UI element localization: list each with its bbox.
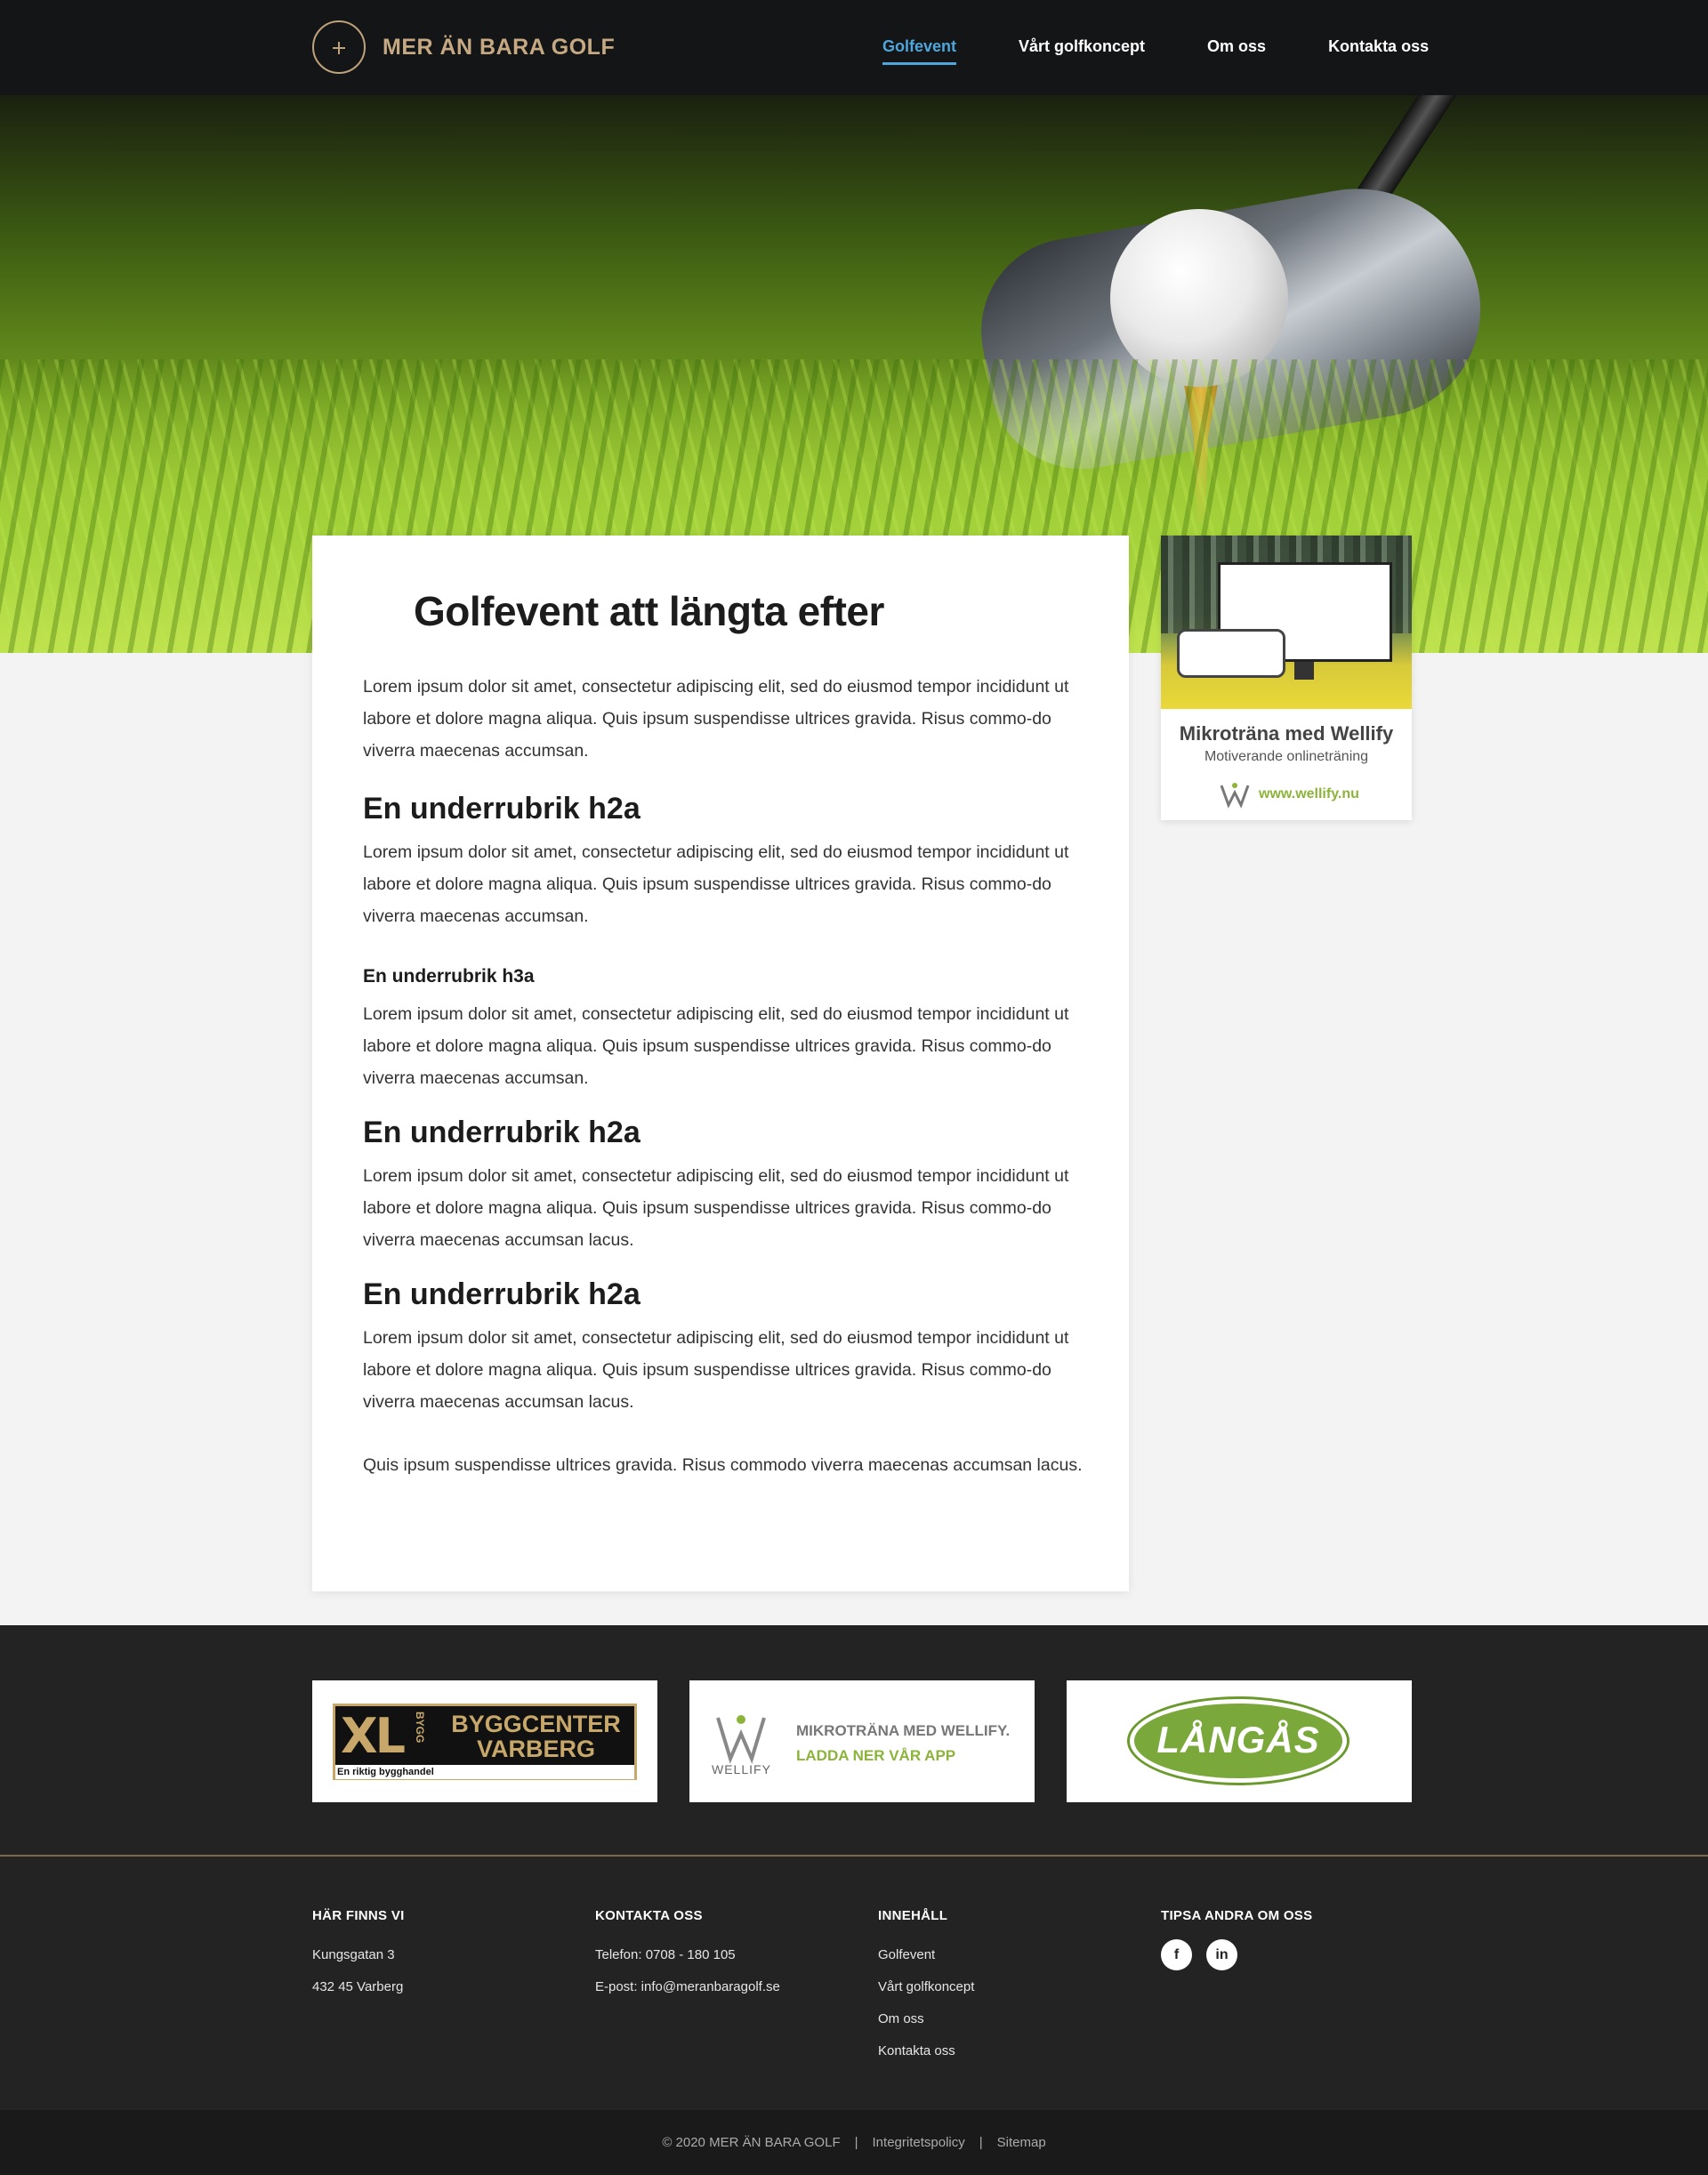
footer-link-kontakta-oss[interactable]: Kontakta oss (878, 2035, 974, 2067)
page-title: Golfevent att längta efter (414, 588, 884, 634)
ad-image (1161, 536, 1412, 709)
intro-paragraph: Lorem ipsum dolor sit amet, consectetur … (363, 677, 1069, 761)
footer-address: HÄR FINNS VI Kungsgatan 3 432 45 Varberg (312, 1908, 405, 2003)
wellify-cta: LADDA NER VÅR APP (796, 1747, 956, 1764)
ad-subtitle: Motiverande onlineträning (1204, 749, 1369, 764)
main-article: Golfevent att längta efter Lorem ipsum d… (312, 536, 1129, 1591)
footer-link-golfevent[interactable]: Golfevent (878, 1939, 974, 1971)
site-header: MER ÄN BARA GOLF Golfevent Vårt golfkonc… (0, 0, 1708, 95)
contact-email[interactable]: E-post: info@meranbaragolf.se (595, 1971, 780, 2003)
logo-text: MER ÄN BARA GOLF (383, 34, 616, 60)
langas-logo-text: LÅNGÅS (1156, 1719, 1320, 1760)
sitemap-link[interactable]: Sitemap (997, 2135, 1046, 2150)
sponsor-wellify[interactable]: WELLIFY MIKROTRÄNA MED WELLIFY. LADDA NE… (689, 1680, 1035, 1802)
social-links: f in (1161, 1939, 1312, 1970)
phone-mockup (1177, 629, 1285, 678)
site-footer: HÄR FINNS VI Kungsgatan 3 432 45 Varberg… (0, 1857, 1708, 2110)
ad-url-link[interactable]: www.wellify.nu (1259, 786, 1359, 802)
contact-phone[interactable]: Telefon: 0708 - 180 105 (595, 1939, 780, 1971)
sponsor-xl-bygg[interactable]: XL BYGG BYGGCENTER VARBERG En riktig byg… (312, 1680, 657, 1802)
section-paragraph: Lorem ipsum dolor sit amet, consectetur … (363, 1004, 1069, 1088)
site-logo[interactable]: MER ÄN BARA GOLF (312, 20, 615, 74)
xl-bygg-logo: XL BYGG BYGGCENTER VARBERG En riktig byg… (333, 1704, 637, 1780)
section-subheading: En underrubrik h3a (363, 966, 535, 987)
plus-circle-icon (312, 20, 366, 74)
sponsors-band: XL BYGG BYGGCENTER VARBERG En riktig byg… (0, 1625, 1708, 1855)
footer-link-golfkoncept[interactable]: Vårt golfkoncept (878, 1971, 974, 2003)
wellify-logo-icon (1220, 783, 1250, 809)
address-city: 432 45 Varberg (312, 1979, 404, 1994)
main-nav: Golfevent Vårt golfkoncept Om oss Kontak… (882, 37, 1429, 65)
nav-item-om-oss[interactable]: Om oss (1207, 37, 1266, 65)
nav-item-kontakta-oss[interactable]: Kontakta oss (1328, 37, 1429, 65)
footer-heading: KONTAKTA OSS (595, 1908, 703, 1923)
footer-content-links: INNEHÅLL Golfevent Vårt golfkoncept Om o… (878, 1908, 974, 2067)
separator: | (979, 2135, 983, 2150)
section-paragraph: Lorem ipsum dolor sit amet, consectetur … (363, 1328, 1069, 1412)
footer-share: TIPSA ANDRA OM OSS f in (1161, 1908, 1312, 1970)
facebook-icon[interactable]: f (1161, 1939, 1192, 1970)
xl-mark: XL (341, 1708, 406, 1764)
separator: | (854, 2135, 858, 2150)
wellify-slogan: MIKROTRÄNA MED WELLIFY. (796, 1722, 1011, 1739)
nav-item-golfevent[interactable]: Golfevent (882, 37, 957, 65)
wellify-ad-card[interactable]: Mikroträna med Wellify Motiverande onlin… (1161, 536, 1412, 820)
section-heading: En underrubrik h2a (363, 792, 640, 826)
monitor-stand (1294, 662, 1314, 680)
outro-paragraph: Quis ipsum suspendisse ultrices gravida.… (363, 1455, 1083, 1475)
bottom-bar: © 2020 MER ÄN BARA GOLF | Integritetspol… (0, 2110, 1708, 2175)
langas-logo: LÅNGÅS (1127, 1696, 1349, 1785)
wellify-wordmark: WELLIFY (712, 1762, 771, 1776)
privacy-policy-link[interactable]: Integritetspolicy (873, 2135, 965, 2150)
footer-contact: KONTAKTA OSS Telefon: 0708 - 180 105 E-p… (595, 1908, 780, 2003)
footer-heading: INNEHÅLL (878, 1908, 948, 1923)
section-heading: En underrubrik h2a (363, 1116, 640, 1149)
ad-title: Mikroträna med Wellify (1179, 722, 1394, 745)
footer-link-om-oss[interactable]: Om oss (878, 2003, 974, 2035)
wellify-logo-icon (716, 1715, 766, 1764)
xl-name-line2: VARBERG (476, 1736, 595, 1762)
sponsor-langas[interactable]: LÅNGÅS (1067, 1680, 1412, 1802)
section-paragraph: Lorem ipsum dolor sit amet, consectetur … (363, 1166, 1069, 1250)
footer-heading: TIPSA ANDRA OM OSS (1161, 1908, 1313, 1923)
linkedin-icon[interactable]: in (1206, 1939, 1237, 1970)
nav-item-golfkoncept[interactable]: Vårt golfkoncept (1019, 37, 1145, 65)
xl-bygg-word: BYGG (414, 1712, 426, 1744)
section-heading: En underrubrik h2a (363, 1277, 640, 1311)
xl-name-line1: BYGGCENTER (451, 1711, 621, 1737)
footer-heading: HÄR FINNS VI (312, 1908, 405, 1923)
xl-name: BYGGCENTER VARBERG (440, 1712, 632, 1761)
copyright-text: © 2020 MER ÄN BARA GOLF (662, 2135, 841, 2150)
address-street: Kungsgatan 3 (312, 1947, 395, 1962)
xl-tagline: En riktig bygghandel (335, 1765, 634, 1779)
section-paragraph: Lorem ipsum dolor sit amet, consectetur … (363, 842, 1069, 926)
